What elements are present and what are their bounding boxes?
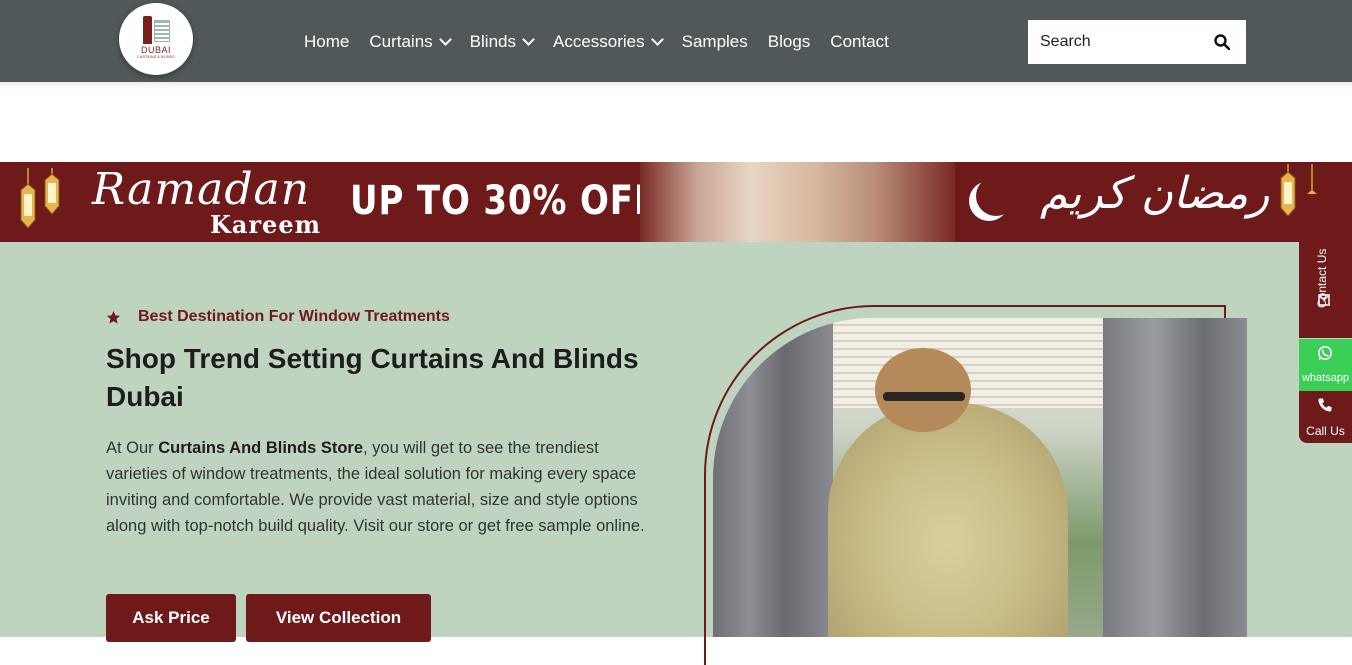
contact-us-tab[interactable]: Contact Us xyxy=(1299,206,1352,338)
nav-contact-label: Contact xyxy=(830,32,889,51)
search-icon[interactable] xyxy=(1214,34,1230,50)
star-icon xyxy=(106,310,121,324)
chevron-down-icon xyxy=(650,33,664,46)
site-header: DUBAI CURTAINS & BLINDS Home Curtains Bl… xyxy=(0,0,1352,82)
nav-home-label: Home xyxy=(304,32,350,51)
banner-subtitle: Kareem xyxy=(210,210,321,239)
nav-samples-label: Samples xyxy=(681,32,748,51)
chevron-down-icon xyxy=(522,33,535,46)
crescent-moon-icon xyxy=(976,176,1016,216)
ramadan-promo-banner[interactable]: Ramadan Kareem UP TO 30% OFF رمضان كريم xyxy=(0,162,1352,242)
nav-accessories[interactable]: Accessories xyxy=(552,32,664,52)
search-box xyxy=(1028,20,1246,64)
banner-room-image xyxy=(640,162,955,242)
curtain-logo-icon xyxy=(139,15,173,44)
logo-name: DUBAI xyxy=(140,44,171,55)
view-collection-button[interactable]: View Collection xyxy=(246,594,431,642)
hero-title: Shop Trend Setting Curtains And Blinds D… xyxy=(106,343,639,412)
nav-blinds-label: Blinds xyxy=(469,32,516,51)
nav-blogs-label: Blogs xyxy=(767,32,811,51)
chevron-down-icon xyxy=(438,33,452,46)
whatsapp-button[interactable]: whatsapp xyxy=(1299,339,1352,391)
lantern-icon xyxy=(20,168,60,229)
hero-tagline: Best Destination For Window Treatments xyxy=(106,308,450,326)
hero-image-woman-opening-curtains xyxy=(713,318,1247,637)
nav-blinds[interactable]: Blinds xyxy=(469,32,535,52)
main-nav: Home Curtains Blinds Accessories Samples… xyxy=(304,30,909,54)
hero-section: Best Destination For Window Treatments S… xyxy=(0,242,1352,665)
nav-contact[interactable]: Contact xyxy=(830,32,889,52)
banner-offer: UP TO 30% OFF xyxy=(350,178,658,224)
whatsapp-label: whatsapp xyxy=(1301,372,1350,384)
site-logo[interactable]: DUBAI CURTAINS & BLINDS xyxy=(119,3,193,75)
nav-curtains[interactable]: Curtains xyxy=(369,32,452,52)
nav-curtains-label: Curtains xyxy=(369,32,433,51)
nav-accessories-label: Accessories xyxy=(552,32,645,51)
whatsapp-icon xyxy=(1318,346,1332,360)
call-us-label: Call Us xyxy=(1306,424,1345,438)
hero-desc-prefix: At Our xyxy=(106,439,159,457)
banner-title: Ramadan xyxy=(92,164,311,215)
decorative-arch-end xyxy=(1224,305,1226,319)
banner-arabic-text: رمضان كريم xyxy=(1040,168,1270,219)
header-spacer xyxy=(0,82,1352,162)
nav-samples[interactable]: Samples xyxy=(682,32,748,52)
logo-tagline: CURTAINS & BLINDS xyxy=(137,54,175,59)
nav-blogs[interactable]: Blogs xyxy=(768,32,811,52)
call-us-button[interactable]: Call Us xyxy=(1299,391,1352,443)
phone-icon xyxy=(1318,398,1332,412)
hero-desc-store-name: Curtains And Blinds Store xyxy=(158,439,364,457)
nav-home[interactable]: Home xyxy=(304,32,349,52)
ask-price-button[interactable]: Ask Price xyxy=(106,594,236,642)
hero-tagline-text: Best Destination For Window Treatments xyxy=(138,308,450,325)
hero-description: At Our Curtains And Blinds Store, you wi… xyxy=(106,435,661,539)
contact-us-label: Contact Us xyxy=(1315,248,1329,308)
search-input[interactable] xyxy=(1040,33,1205,51)
